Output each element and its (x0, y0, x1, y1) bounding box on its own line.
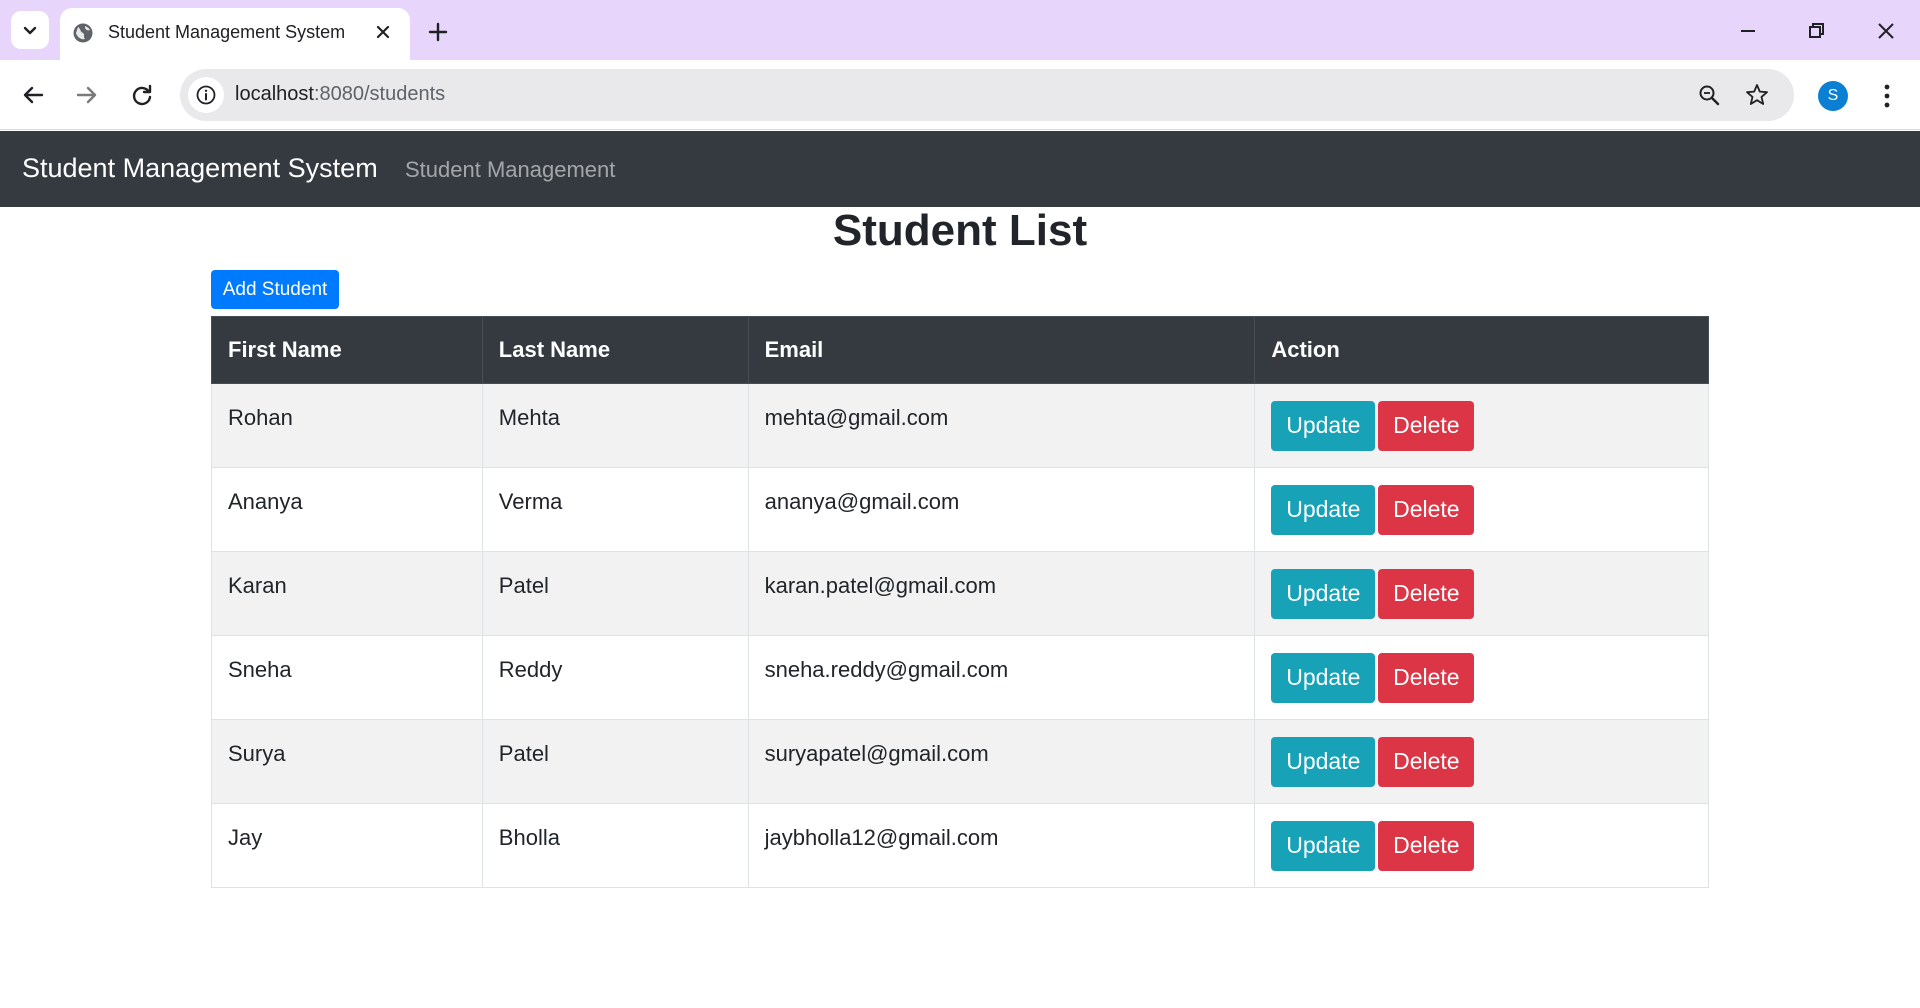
url-host: localhost (235, 83, 314, 105)
browser-tabstrip: Student Management System (0, 0, 1920, 60)
email: ananya@gmail.com (764, 488, 960, 514)
table-row: Karan Patel karan.patel@gmail.com Update… (211, 551, 1709, 636)
cell-action: Update Delete (1254, 383, 1709, 468)
info-icon (196, 85, 216, 105)
app-navbar: Student Management System Student Manage… (0, 131, 1920, 207)
students-table: First Name Last Name Email Action Rohan … (211, 316, 1709, 888)
table-row: Ananya Verma ananya@gmail.com Update Dele… (211, 467, 1709, 552)
new-tab-icon[interactable] (424, 18, 452, 46)
url-path: :8080/students (313, 83, 446, 105)
cell-action: Update Delete (1254, 551, 1709, 636)
close-window-icon[interactable] (1871, 16, 1901, 46)
url-text[interactable]: localhost:8080/students (235, 83, 445, 106)
cell-action: Update Delete (1254, 467, 1709, 552)
cell-email: sneha.reddy@gmail.com (747, 635, 1256, 720)
cell-first-name: Ananya (211, 467, 483, 552)
reload-icon[interactable] (127, 80, 157, 110)
last-name: Bholla (498, 824, 560, 850)
delete-button[interactable]: Delete (1378, 484, 1475, 535)
column-header-first-name: First Name (211, 316, 483, 384)
email: suryapatel@gmail.com (764, 740, 989, 766)
cell-action: Update Delete (1254, 803, 1709, 888)
first-name: Karan (228, 572, 287, 598)
last-name: Mehta (498, 404, 560, 430)
column-header-last-name: Last Name (481, 316, 749, 384)
delete-button[interactable]: Delete (1378, 400, 1475, 451)
first-name: Sneha (228, 656, 292, 682)
email: karan.patel@gmail.com (764, 572, 997, 598)
page-title: Student List (832, 206, 1088, 255)
delete-button[interactable]: Delete (1378, 652, 1475, 703)
table-row: Rohan Mehta mehta@gmail.com Update Delete (211, 383, 1709, 468)
cell-action: Update Delete (1254, 719, 1709, 804)
nav-link-student-management[interactable]: Student Management (405, 157, 615, 183)
first-name: Ananya (228, 488, 303, 514)
last-name: Reddy (498, 656, 563, 682)
delete-button[interactable]: Delete (1378, 820, 1475, 871)
cell-first-name: Sneha (211, 635, 483, 720)
update-button[interactable]: Update (1271, 736, 1376, 787)
update-button[interactable]: Update (1271, 400, 1376, 451)
first-name: Surya (228, 740, 286, 766)
cell-email: suryapatel@gmail.com (747, 719, 1256, 804)
close-tab-icon[interactable] (372, 21, 394, 43)
chevron-down-icon (23, 26, 37, 35)
address-bar[interactable]: localhost:8080/students (180, 69, 1794, 121)
cell-last-name: Patel (481, 719, 749, 804)
cell-email: jaybholla12@gmail.com (747, 803, 1256, 888)
bookmark-star-icon[interactable] (1744, 82, 1770, 108)
cell-last-name: Reddy (481, 635, 749, 720)
cell-first-name: Jay (211, 803, 483, 888)
cell-email: ananya@gmail.com (747, 467, 1256, 552)
cell-first-name: Rohan (211, 383, 483, 468)
back-arrow-icon[interactable] (18, 80, 48, 110)
minimize-icon[interactable] (1733, 16, 1763, 46)
zoom-icon[interactable] (1696, 82, 1722, 108)
cell-last-name: Bholla (481, 803, 749, 888)
cell-first-name: Karan (211, 551, 483, 636)
column-header-action: Action (1254, 316, 1709, 384)
update-button[interactable]: Update (1271, 568, 1376, 619)
add-student-button[interactable]: Add Student (211, 270, 339, 309)
email: jaybholla12@gmail.com (764, 824, 999, 850)
delete-button[interactable]: Delete (1378, 736, 1475, 787)
cell-last-name: Patel (481, 551, 749, 636)
table-row: Sneha Reddy sneha.reddy@gmail.com Update… (211, 635, 1709, 720)
last-name: Patel (498, 572, 549, 598)
last-name: Verma (498, 488, 563, 514)
table-header-row: First Name Last Name Email Action (211, 316, 1709, 384)
table-row: Jay Bholla jaybholla12@gmail.com Update D… (211, 803, 1709, 888)
cell-first-name: Surya (211, 719, 483, 804)
cell-action: Update Delete (1254, 635, 1709, 720)
forward-arrow-icon[interactable] (72, 80, 102, 110)
globe-icon (73, 23, 93, 43)
first-name: Rohan (228, 404, 293, 430)
last-name: Patel (498, 740, 549, 766)
cell-last-name: Mehta (481, 383, 749, 468)
restore-icon[interactable] (1801, 16, 1831, 46)
tab-search-button[interactable] (11, 11, 49, 49)
more-vertical-icon[interactable] (1872, 79, 1902, 113)
cell-email: mehta@gmail.com (747, 383, 1256, 468)
browser-toolbar: localhost:8080/students S (0, 60, 1920, 130)
update-button[interactable]: Update (1271, 484, 1376, 535)
cell-email: karan.patel@gmail.com (747, 551, 1256, 636)
email: sneha.reddy@gmail.com (764, 656, 1009, 682)
profile-avatar[interactable]: S (1818, 81, 1848, 111)
site-info-button[interactable] (188, 77, 224, 113)
first-name: Jay (228, 824, 263, 850)
update-button[interactable]: Update (1271, 820, 1376, 871)
column-header-email: Email (747, 316, 1256, 384)
tab-title: Student Management System (108, 22, 346, 42)
delete-button[interactable]: Delete (1378, 568, 1475, 619)
email: mehta@gmail.com (764, 404, 949, 430)
browser-tab-active[interactable]: Student Management System (60, 8, 410, 60)
table-row: Surya Patel suryapatel@gmail.com Update D… (211, 719, 1709, 804)
navbar-brand[interactable]: Student Management System (22, 153, 378, 184)
cell-last-name: Verma (481, 467, 749, 552)
update-button[interactable]: Update (1271, 652, 1376, 703)
